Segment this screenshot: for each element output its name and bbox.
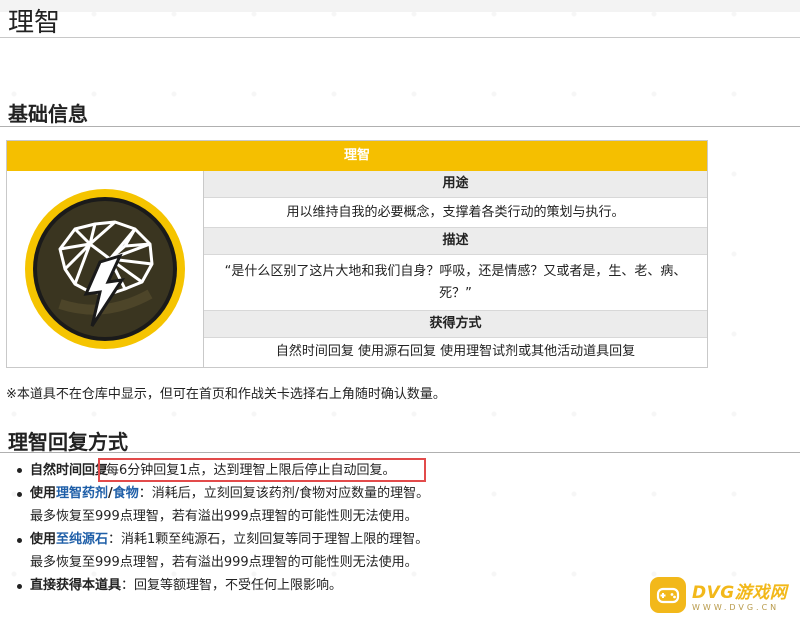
info-table-body: 用途 用以维持自我的必要概念，支撑着各类行动的策划与执行。 描述 “是什么区别了… bbox=[7, 171, 707, 367]
page-title: 理智 bbox=[8, 8, 61, 38]
list-item: 直接获得本道具：回复等额理智，不受任何上限影响。 bbox=[14, 574, 714, 597]
potion-sub-note: 最多恢复至999点理智，若有溢出999点理智的可能性则无法使用。 bbox=[30, 509, 418, 524]
sanity-potion-link[interactable]: 理智药剂 bbox=[56, 486, 108, 501]
recovery-list: 自然时间回复每6分钟回复1点，达到理智上限后停止自动回复。 使用理智药剂/食物：… bbox=[14, 458, 714, 597]
watermark-sub: WWW.DVG.CN bbox=[692, 603, 780, 612]
storage-note: ※本道具不在仓库中显示，但可在首页和作战关卡选择右上角随时确认数量。 bbox=[6, 387, 446, 402]
usage-text: 用以维持自我的必要概念，支撑着各类行动的策划与执行。 bbox=[204, 198, 707, 228]
watermark-main: DVG游戏网 bbox=[692, 583, 788, 603]
description-text: “是什么区别了这片大地和我们自身？呼吸，还是情感？又或者是，生、老、病、死？” bbox=[204, 255, 707, 311]
gamepad-icon bbox=[650, 577, 686, 613]
section-divider-basic-info bbox=[0, 126, 800, 127]
direct-obtain-label: 直接获得本道具 bbox=[30, 578, 122, 593]
list-item: 使用至纯源石：消耗1颗至纯源石，立刻回复等同于理智上限的理智。 bbox=[14, 528, 714, 551]
top-bar bbox=[0, 0, 800, 12]
watermark-text: DVG游戏网 WWW.DVG.CN bbox=[692, 578, 787, 612]
description-header: 描述 bbox=[204, 228, 707, 255]
potion-prefix: 使用 bbox=[30, 486, 57, 501]
watermark: DVG游戏网 WWW.DVG.CN bbox=[650, 573, 800, 617]
natural-recovery-text: 每6分钟回复1点，达到理智上限后停止自动回复。 bbox=[106, 463, 396, 478]
section-title-basic-info: 基础信息 bbox=[8, 102, 88, 126]
brain-lightning-icon bbox=[25, 189, 185, 349]
section-title-recovery: 理智回复方式 bbox=[8, 430, 128, 454]
natural-recovery-label: 自然时间回复 bbox=[30, 463, 109, 478]
highlight-box: 每6分钟回复1点，达到理智上限后停止自动回复。 bbox=[98, 458, 426, 482]
info-table-title: 理智 bbox=[7, 141, 707, 171]
section-divider-recovery bbox=[0, 452, 800, 453]
originium-sub-note: 最多恢复至999点理智，若有溢出999点理智的可能性则无法使用。 bbox=[30, 555, 418, 570]
originium-prefix: 使用 bbox=[30, 532, 57, 547]
obtain-header: 获得方式 bbox=[204, 311, 707, 338]
item-icon-cell bbox=[7, 171, 204, 367]
usage-header: 用途 bbox=[204, 171, 707, 198]
info-table: 理智 用途 用以维持自我的必要概念，支撑着各类行动的策划与执行。 描述 “是什么… bbox=[6, 140, 708, 368]
title-divider bbox=[0, 37, 800, 38]
direct-obtain-text: ：回复等额理智，不受任何上限影响。 bbox=[121, 578, 343, 593]
food-link[interactable]: 食物 bbox=[113, 486, 139, 501]
originium-link[interactable]: 至纯源石 bbox=[56, 532, 108, 547]
info-rows: 用途 用以维持自我的必要概念，支撑着各类行动的策划与执行。 描述 “是什么区别了… bbox=[204, 171, 707, 367]
obtain-text: 自然时间回复 使用源石回复 使用理智试剂或其他活动道具回复 bbox=[275, 344, 636, 359]
list-item: 自然时间回复每6分钟回复1点，达到理智上限后停止自动回复。 bbox=[14, 458, 714, 482]
potion-text: ：消耗后，立刻回复该药剂/食物对应数量的理智。 bbox=[138, 486, 430, 501]
originium-text: ：消耗1颗至纯源石，立刻回复等同于理智上限的理智。 bbox=[108, 532, 429, 547]
list-item: 使用理智药剂/食物：消耗后，立刻回复该药剂/食物对应数量的理智。 bbox=[14, 482, 714, 505]
